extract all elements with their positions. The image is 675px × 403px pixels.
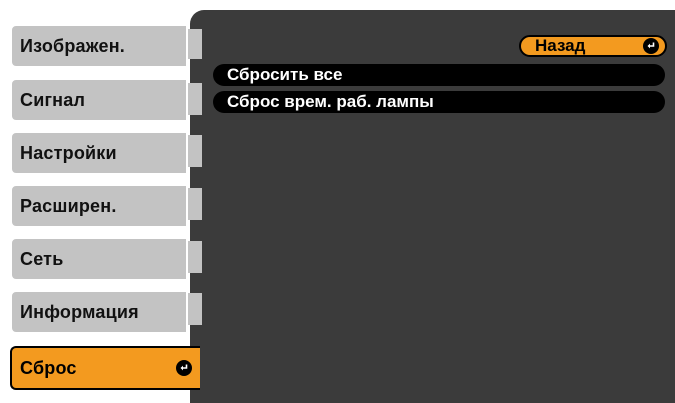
tab-label: Информация [20, 301, 139, 322]
back-button-label: Назад [535, 36, 586, 55]
tab-reset[interactable]: Сброс [10, 346, 200, 390]
tab-connector [188, 241, 202, 273]
back-button[interactable]: Назад [519, 35, 667, 57]
menu-item-reset-lamp-hours[interactable]: Сброс врем. раб. лампы [213, 91, 665, 113]
menu-item-label: Сброс врем. раб. лампы [227, 92, 434, 111]
tab-extended[interactable]: Расширен. [10, 184, 188, 228]
tab-network[interactable]: Сеть [10, 237, 188, 281]
tab-information[interactable]: Информация [10, 290, 188, 334]
tab-connector [188, 83, 202, 115]
tab-connector [188, 293, 202, 325]
enter-icon [176, 360, 192, 376]
tab-label: Изображен. [20, 35, 125, 56]
enter-icon [643, 38, 659, 54]
tab-connector [188, 188, 202, 220]
menu-item-reset-all[interactable]: Сбросить все [213, 64, 665, 86]
tab-connector [188, 29, 202, 59]
tab-label: Сеть [20, 248, 64, 269]
menu-item-label: Сбросить все [227, 65, 343, 84]
tab-connector [188, 135, 202, 167]
tab-label: Сигнал [20, 89, 86, 110]
tab-label: Расширен. [20, 195, 117, 216]
tab-signal[interactable]: Сигнал [10, 78, 188, 122]
tab-label: Настройки [20, 142, 117, 163]
tab-settings[interactable]: Настройки [10, 131, 188, 175]
tab-image[interactable]: Изображен. [10, 24, 188, 68]
tab-label: Сброс [20, 357, 77, 378]
